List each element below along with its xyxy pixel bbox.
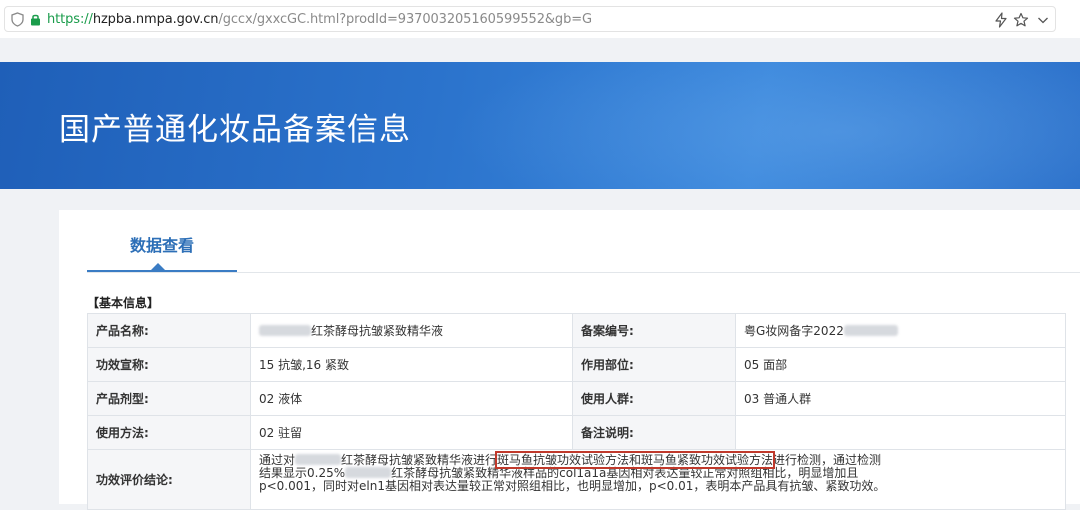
table-row: 功效宣称: 15 抗皱,16 紧致 作用部位: 05 面部 — [87, 347, 1066, 382]
value-efficacy-conclusion: 通过对 红茶酵母抗皱紧致精华液进行斑马鱼抗皱功效试验方法和斑马鱼紧致功效试验方法进… — [250, 449, 1066, 510]
table-row: 产品剂型: 02 液体 使用人群: 03 普通人群 — [87, 381, 1066, 416]
label-efficacy-claim: 功效宣称: — [87, 347, 251, 382]
lightning-icon[interactable] — [993, 12, 1009, 28]
table-row: 功效评价结论: 通过对 红茶酵母抗皱紧致精华液进行斑马鱼抗皱功效试验方法和斑马鱼紧… — [87, 449, 1066, 510]
section-title: 【基本信息】 — [87, 296, 160, 310]
conclusion-line2-pre: 结果显示0.25% — [259, 466, 346, 480]
value-application-area: 05 面部 — [735, 347, 1066, 382]
page-title: 国产普通化妆品备案信息 — [59, 112, 411, 148]
value-target-users: 03 普通人群 — [735, 381, 1066, 416]
redacted-text — [295, 454, 342, 465]
conclusion-line2: 红茶酵母抗皱紧致精华液样品的col1a1a基因相对表达量较正常对照组相比，明显增… — [391, 466, 859, 480]
conclusion-pre: 通过对 — [259, 453, 296, 467]
conclusion-line3: p<0.001，同时对eln1基因相对表达量较正常对照组相比，也明显增加，p<0… — [259, 479, 886, 493]
shield-icon[interactable] — [11, 12, 24, 27]
value-product-name: 红茶酵母抗皱紧致精华液 — [250, 313, 573, 348]
value-dosage-form: 02 液体 — [250, 381, 573, 416]
content-card: 数据查看 【基本信息】 产品名称: 红茶酵母抗皱紧致精华液 备案编号: 粤G妆网… — [59, 210, 1080, 510]
redacted-text — [843, 325, 898, 336]
conclusion-mid: 红茶酵母抗皱紧致精华液进行 — [341, 453, 498, 467]
label-dosage-form: 产品剂型: — [87, 381, 251, 416]
conclusion-text: 通过对 红茶酵母抗皱紧致精华液进行斑马鱼抗皱功效试验方法和斑马鱼紧致功效试验方法进… — [259, 450, 1057, 493]
chevron-down-icon[interactable] — [1035, 12, 1051, 28]
url-text[interactable]: https://hzpba.nmpa.gov.cn/gccx/gxxcGC.ht… — [47, 11, 592, 28]
info-table: 产品名称: 红茶酵母抗皱紧致精华液 备案编号: 粤G妆网备字2022 功效宣称:… — [87, 313, 1066, 510]
address-bar[interactable]: https://hzpba.nmpa.gov.cn/gccx/gxxcGC.ht… — [4, 6, 1056, 32]
redacted-text — [345, 467, 392, 478]
product-name-text: 红茶酵母抗皱紧致精华液 — [311, 324, 444, 338]
tab-label[interactable]: 数据查看 — [87, 236, 237, 256]
conclusion-post: 进行检测，通过检测 — [773, 453, 882, 467]
tab-active-caret — [151, 263, 165, 270]
star-icon[interactable] — [1013, 12, 1029, 28]
record-number-text: 粤G妆网备字2022 — [744, 324, 844, 338]
value-remarks — [735, 415, 1066, 450]
table-row: 产品名称: 红茶酵母抗皱紧致精华液 备案编号: 粤G妆网备字2022 — [87, 313, 1066, 348]
label-product-name: 产品名称: — [87, 313, 251, 348]
label-usage-method: 使用方法: — [87, 415, 251, 450]
label-remarks: 备注说明: — [572, 415, 736, 450]
label-efficacy-conclusion: 功效评价结论: — [87, 449, 251, 510]
value-efficacy-claim: 15 抗皱,16 紧致 — [250, 347, 573, 382]
value-record-number: 粤G妆网备字2022 — [735, 313, 1066, 348]
page-banner: 国产普通化妆品备案信息 — [0, 62, 1080, 189]
browser-toolbar: https://hzpba.nmpa.gov.cn/gccx/gxxcGC.ht… — [0, 0, 1080, 38]
table-row: 使用方法: 02 驻留 备注说明: — [87, 415, 1066, 450]
lock-icon[interactable] — [30, 13, 41, 26]
highlighted-method: 斑马鱼抗皱功效试验方法和斑马鱼紧致功效试验方法 — [495, 451, 776, 469]
label-application-area: 作用部位: — [572, 347, 736, 382]
label-target-users: 使用人群: — [572, 381, 736, 416]
label-record-number: 备案编号: — [572, 313, 736, 348]
redacted-text — [259, 325, 311, 336]
value-usage-method: 02 驻留 — [250, 415, 573, 450]
tab-divider — [87, 272, 1080, 273]
